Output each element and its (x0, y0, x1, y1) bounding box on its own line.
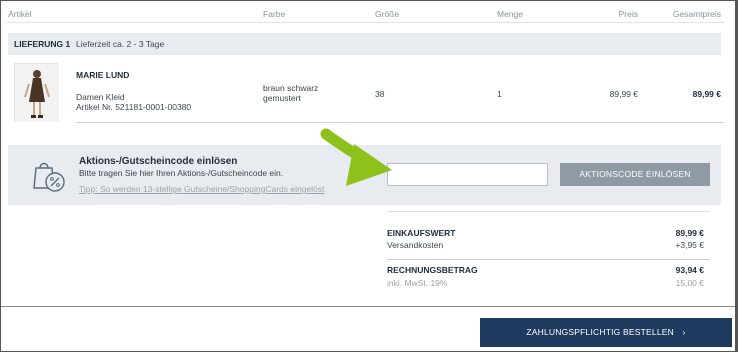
coupon-subtitle: Bitte tragen Sie hier Ihren Aktions-/Gut… (79, 168, 284, 178)
header-farbe: Farbe (263, 9, 286, 19)
header-preis: Preis (618, 9, 638, 19)
einkaufswert-label: EINKAUFSWERT (387, 228, 456, 238)
product-image[interactable] (14, 63, 59, 122)
mwst-value: 15,00 € (675, 278, 704, 288)
product-color: braun schwarz gemustert (263, 83, 319, 103)
coupon-code-input[interactable] (387, 163, 548, 186)
delivery-bar: LIEFERUNG 1 Lieferzeit ca. 2 - 3 Tage (8, 33, 721, 55)
redeem-coupon-button[interactable]: AKTIONSCODE EINLÖSEN (560, 163, 710, 186)
versandkosten-value: +3,95 € (675, 240, 704, 250)
rechnungsbetrag-value: 93,94 € (675, 265, 704, 275)
product-row-divider (76, 122, 724, 123)
header-menge: Menge (497, 9, 523, 19)
product-quantity: 1 (497, 89, 502, 99)
header-artikel: Artikel (8, 9, 32, 19)
mwst-label: inkl. MwSt. 19% (387, 278, 448, 288)
product-type: Damen Kleid (76, 92, 125, 102)
product-article-number: Artikel Nr. 521181-0001-00380 (76, 102, 192, 112)
rechnungsbetrag-label: RECHNUNGSBETRAG (387, 265, 478, 275)
product-size: 38 (375, 89, 385, 99)
summary-top-divider (387, 211, 710, 212)
summary-divider (387, 259, 710, 260)
chevron-right-icon: › (682, 327, 686, 337)
place-order-label: ZAHLUNGSPFLICHTIG BESTELLEN (526, 327, 674, 337)
footer-divider (0, 306, 738, 307)
shopping-bag-percent-icon (30, 158, 70, 194)
product-brand[interactable]: MARIE LUND (76, 70, 129, 80)
delivery-time: Lieferzeit ca. 2 - 3 Tage (76, 39, 165, 49)
einkaufswert-value: 89,99 € (675, 228, 704, 238)
green-arrow-annotation (320, 128, 392, 186)
header-gesamtpreis: Gesamtpreis (672, 9, 721, 19)
product-price: 89,99 € (609, 89, 638, 99)
header-divider (6, 22, 724, 23)
delivery-title: LIEFERUNG 1 (14, 39, 71, 49)
place-order-button[interactable]: ZAHLUNGSPFLICHTIG BESTELLEN › (480, 318, 732, 347)
coupon-title: Aktions-/Gutscheincode einlösen (79, 156, 238, 167)
header-groesse: Größe (375, 9, 400, 19)
coupon-tip-link[interactable]: Tipp: So werden 13-stellige Gutscheine/S… (79, 184, 324, 194)
product-total: 89,99 € (692, 89, 721, 99)
versandkosten-label: Versandkosten (387, 240, 444, 250)
